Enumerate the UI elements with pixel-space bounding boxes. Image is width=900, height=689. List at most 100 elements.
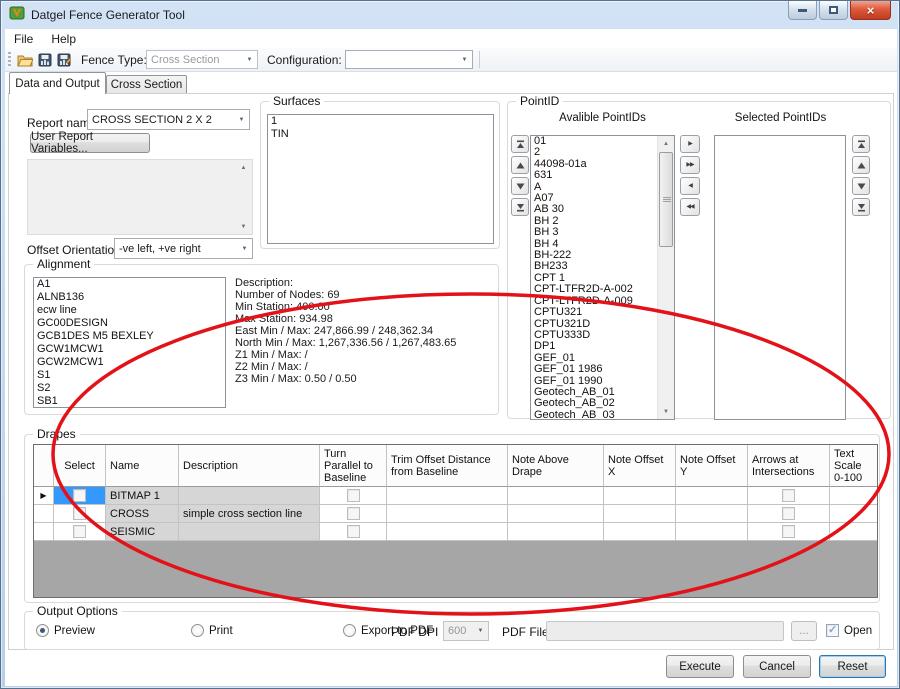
arrows-cell[interactable] — [748, 523, 830, 541]
move-down-button[interactable] — [511, 177, 529, 195]
pdf-file-input[interactable] — [546, 621, 784, 641]
row-header-cell[interactable] — [34, 523, 54, 541]
fence-type-combobox[interactable]: Cross Section ▼ — [146, 50, 258, 69]
pointid-item[interactable]: 01 — [531, 136, 657, 147]
trim-offset-cell[interactable] — [387, 505, 508, 523]
move-right-button[interactable]: ▶ — [680, 135, 700, 153]
execute-button[interactable]: Execute — [666, 655, 734, 678]
pointid-item[interactable]: GEF_01 1986 — [531, 364, 657, 375]
row-header-cell[interactable]: ▶ — [34, 487, 54, 505]
arrows-cell[interactable] — [748, 505, 830, 523]
selected-pointids-listbox[interactable] — [714, 135, 846, 420]
note-offset-y-cell[interactable] — [676, 523, 748, 541]
turn-parallel-checkbox[interactable] — [347, 507, 360, 520]
column-header-note-offset-y[interactable]: Note Offset Y — [676, 445, 748, 487]
print-radio[interactable] — [191, 624, 204, 637]
alignment-item[interactable]: GCW1MCW1 — [34, 343, 225, 356]
select-checkbox[interactable] — [73, 525, 86, 538]
move-all-left-button[interactable]: ◀◀ — [680, 198, 700, 216]
open-button[interactable] — [15, 50, 34, 69]
turn-parallel-cell[interactable] — [320, 523, 387, 541]
select-cell[interactable] — [54, 505, 106, 523]
user-report-variables-button[interactable]: User Report Variables... — [30, 133, 150, 153]
pointid-item[interactable]: DP1 — [531, 341, 657, 352]
configuration-combobox[interactable]: ▼ — [345, 50, 473, 69]
column-header-trim-offset[interactable]: Trim Offset Distance from Baseline — [387, 445, 508, 487]
arrows-cell[interactable] — [748, 487, 830, 505]
select-cell[interactable] — [54, 487, 106, 505]
available-pointids-listbox[interactable]: 01244098-01a631AA07AB 30BH 2BH 3BH 4BH-2… — [530, 135, 675, 420]
column-header-description[interactable]: Description — [179, 445, 320, 487]
open-checkbox[interactable]: ✓ — [826, 624, 839, 637]
note-offset-y-cell[interactable] — [676, 505, 748, 523]
note-offset-y-cell[interactable] — [676, 487, 748, 505]
alignment-item[interactable]: A1 — [34, 278, 225, 291]
alignment-item[interactable]: GCW2MCW1 — [34, 356, 225, 369]
save-as-button[interactable] — [54, 50, 73, 69]
row-header-cell[interactable] — [34, 505, 54, 523]
move-bottom-button[interactable] — [852, 198, 870, 216]
tab-cross-section[interactable]: Cross Section — [106, 75, 187, 94]
turn-parallel-checkbox[interactable] — [347, 489, 360, 502]
arrows-checkbox[interactable] — [782, 525, 795, 538]
alignment-item[interactable]: GC00DESIGN — [34, 317, 225, 330]
name-cell[interactable]: CROSS — [106, 505, 179, 523]
surfaces-listbox[interactable]: 1TIN — [267, 114, 494, 244]
turn-parallel-checkbox[interactable] — [347, 525, 360, 538]
turn-parallel-cell[interactable] — [320, 505, 387, 523]
titlebar[interactable]: Datgel Fence Generator Tool × — [1, 1, 899, 29]
note-above-cell[interactable] — [508, 505, 604, 523]
scrollbar-thumb[interactable] — [659, 152, 673, 247]
alignment-item[interactable]: S1 — [34, 369, 225, 382]
save-button[interactable] — [35, 50, 54, 69]
column-header-arrows[interactable]: Arrows at Intersections — [748, 445, 830, 487]
alignment-item[interactable]: ALNB136 — [34, 291, 225, 304]
note-offset-x-cell[interactable] — [604, 487, 676, 505]
column-header-turn-parallel[interactable]: Turn Parallel to Baseline — [320, 445, 387, 487]
minimize-button[interactable] — [788, 1, 817, 20]
report-name-combobox[interactable]: CROSS SECTION 2 X 2 ▼ — [87, 109, 250, 130]
pointid-item[interactable]: Geotech_AB_03 — [531, 410, 657, 420]
column-header-note-offset-x[interactable]: Note Offset X — [604, 445, 676, 487]
surfaces-item[interactable]: 1 — [268, 115, 493, 128]
description-cell[interactable] — [179, 523, 320, 541]
pointid-item[interactable]: 631 — [531, 170, 657, 181]
note-offset-x-cell[interactable] — [604, 523, 676, 541]
name-cell[interactable]: SEISMIC — [106, 523, 179, 541]
menu-file[interactable]: File — [5, 30, 42, 48]
text-scale-cell[interactable] — [830, 523, 877, 541]
arrows-checkbox[interactable] — [782, 507, 795, 520]
pointid-item[interactable]: BH 3 — [531, 227, 657, 238]
move-bottom-button[interactable] — [511, 198, 529, 216]
move-left-button[interactable]: ◀ — [680, 177, 700, 195]
arrows-checkbox[interactable] — [782, 489, 795, 502]
column-header-name[interactable]: Name — [106, 445, 179, 487]
menu-help[interactable]: Help — [42, 30, 85, 48]
scroll-up-icon[interactable]: ▲ — [658, 136, 674, 151]
note-offset-x-cell[interactable] — [604, 505, 676, 523]
move-all-right-button[interactable]: ▶▶ — [680, 156, 700, 174]
column-header-select[interactable]: Select — [54, 445, 106, 487]
offset-orientation-combobox[interactable]: -ve left, +ve right ▼ — [114, 238, 253, 259]
trim-offset-cell[interactable] — [387, 487, 508, 505]
trim-offset-cell[interactable] — [387, 523, 508, 541]
scroll-up-icon[interactable]: ▲ — [235, 160, 252, 175]
alignment-item[interactable]: S2 — [34, 382, 225, 395]
note-above-cell[interactable] — [508, 487, 604, 505]
notes-scrollbar[interactable]: ▲ ▼ — [235, 160, 252, 234]
select-checkbox[interactable] — [73, 507, 86, 520]
text-scale-cell[interactable] — [830, 487, 877, 505]
move-up-button[interactable] — [852, 156, 870, 174]
text-scale-cell[interactable] — [830, 505, 877, 523]
move-up-button[interactable] — [511, 156, 529, 174]
description-cell[interactable]: simple cross section line — [179, 505, 320, 523]
scroll-down-icon[interactable]: ▼ — [658, 404, 674, 419]
alignment-item[interactable]: SB1 — [34, 395, 225, 408]
name-cell[interactable]: BITMAP 1 — [106, 487, 179, 505]
move-top-button[interactable] — [511, 135, 529, 153]
report-notes-textarea[interactable]: ▲ ▼ — [27, 159, 253, 235]
pointid-item[interactable]: CPTU321 — [531, 307, 657, 318]
pdf-dpi-combobox[interactable]: 600 ▼ — [443, 621, 489, 641]
tab-data-and-output[interactable]: Data and Output — [9, 72, 106, 94]
alignment-listbox[interactable]: A1ALNB136ecw lineGC00DESIGNGCB1DES M5 BE… — [33, 277, 226, 408]
